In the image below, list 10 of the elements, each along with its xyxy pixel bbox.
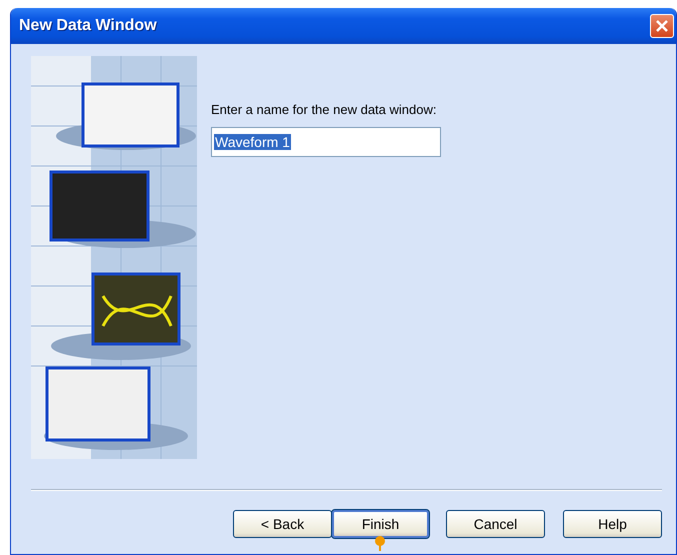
dialog-button[interactable]: Help bbox=[563, 510, 662, 538]
dialog-button[interactable]: Cancel bbox=[446, 510, 545, 538]
name-field[interactable]: Waveform 1 bbox=[211, 127, 441, 157]
dialog-button[interactable]: < Back bbox=[233, 510, 332, 538]
close-button[interactable] bbox=[650, 14, 674, 38]
dialog-button[interactable]: Finish bbox=[332, 510, 429, 538]
window-title: New Data Window bbox=[19, 17, 157, 35]
field-label: Enter a name for the new data window: bbox=[211, 102, 438, 117]
leader-line bbox=[373, 535, 387, 551]
close-icon bbox=[655, 19, 669, 33]
